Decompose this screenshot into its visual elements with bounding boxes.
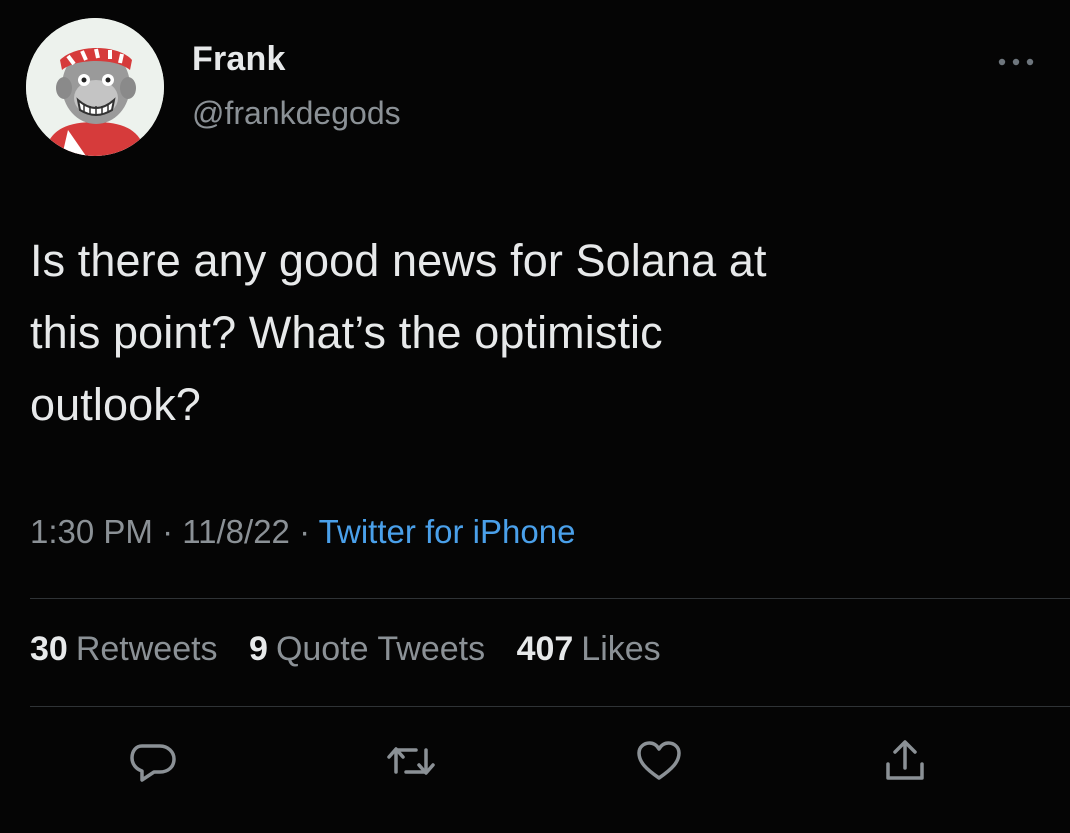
user-handle[interactable]: @frankdegods [192, 95, 401, 132]
meta-separator: · [162, 513, 174, 550]
display-name[interactable]: Frank [192, 40, 286, 79]
quote-tweets-count: 9 [249, 630, 268, 668]
retweets-label: Retweets [75, 630, 218, 668]
heart-icon [637, 741, 681, 780]
like-button[interactable] [634, 738, 684, 784]
likes-stat[interactable]: 407 Likes [517, 630, 661, 668]
cartoon-ape-avatar-icon [26, 18, 164, 156]
tweet-card: Frank @frankdegods Is there any good new… [0, 0, 1070, 833]
more-options-button[interactable] [994, 50, 1038, 74]
share-icon [886, 740, 924, 780]
quote-tweets-stat[interactable]: 9 Quote Tweets [249, 630, 485, 668]
tweet-date[interactable]: 11/8/22 [182, 513, 290, 550]
reply-icon [130, 744, 176, 782]
divider [30, 598, 1070, 599]
likes-label: Likes [581, 630, 661, 668]
share-button[interactable] [880, 738, 930, 784]
quote-tweets-label: Quote Tweets [275, 630, 486, 668]
retweets-stat[interactable]: 30 Retweets [30, 630, 218, 668]
reply-button[interactable] [128, 738, 178, 784]
tweet-meta: 1:30 PM · 11/8/22 · Twitter for iPhone [30, 513, 575, 551]
more-dots-icon [998, 58, 1034, 66]
engagement-stats: 30 Retweets 9 Quote Tweets 407 Likes [30, 630, 683, 669]
divider [30, 706, 1070, 707]
avatar[interactable] [26, 18, 164, 156]
likes-count: 407 [516, 630, 574, 668]
tweet-time[interactable]: 1:30 PM [30, 513, 153, 550]
retweet-button[interactable] [386, 738, 436, 784]
retweet-icon [387, 747, 435, 775]
meta-separator: · [299, 513, 311, 550]
tweet-source-link[interactable]: Twitter for iPhone [319, 513, 576, 550]
tweet-text: Is there any good news for Solana at thi… [30, 235, 767, 430]
retweets-count: 30 [30, 630, 68, 668]
